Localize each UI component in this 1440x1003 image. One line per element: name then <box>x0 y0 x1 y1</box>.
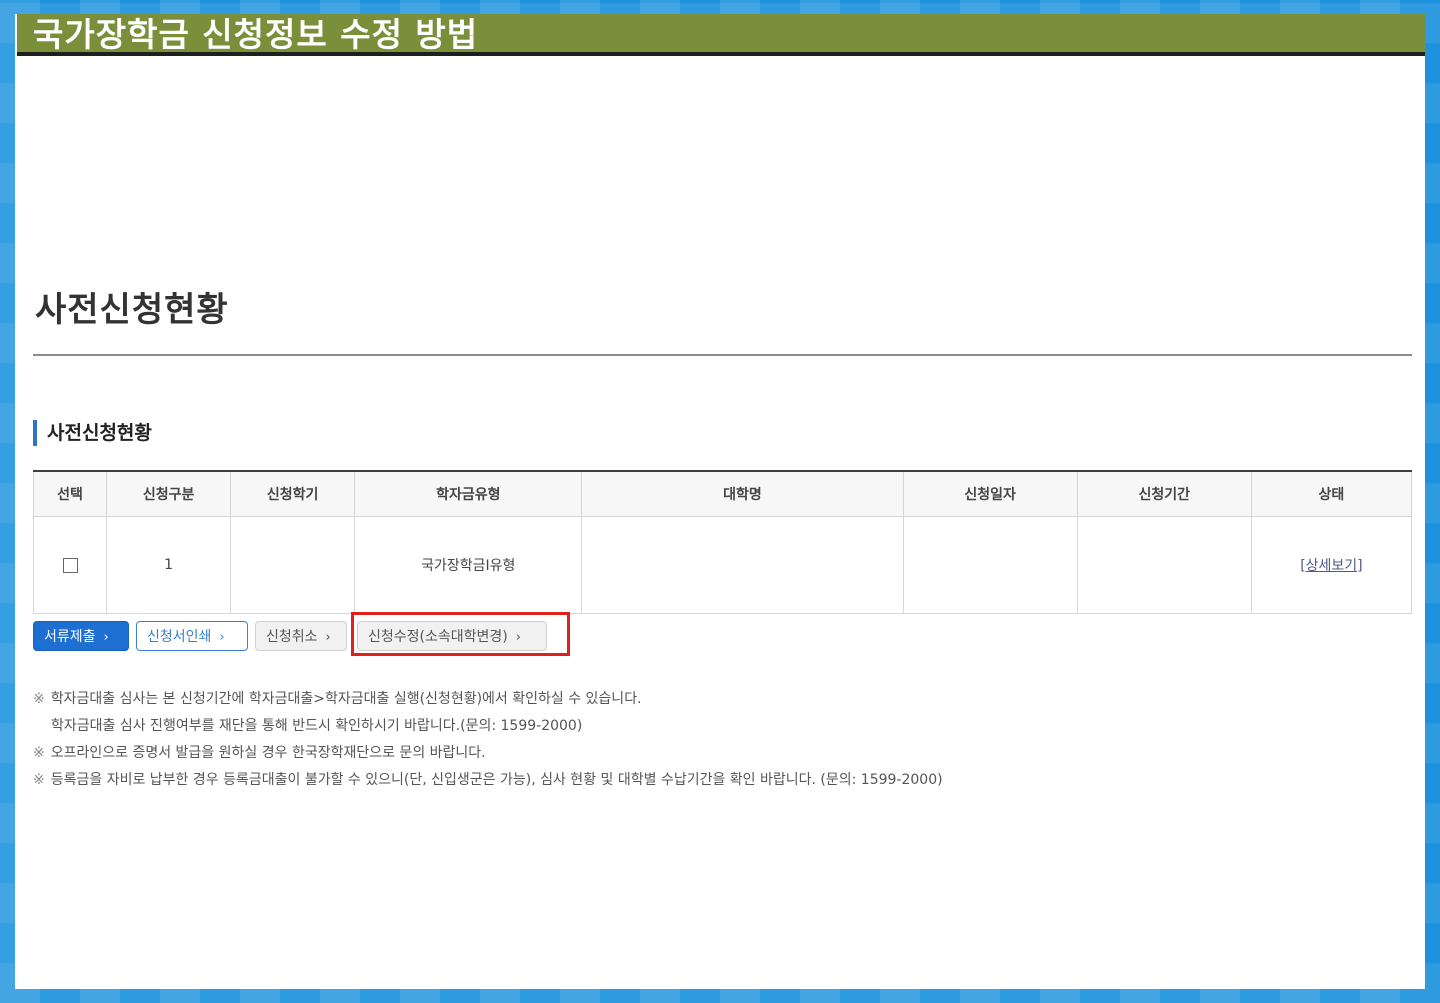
page-content: 국가장학금 신청정보 수정 방법 사전신청현황 사전신청현황 선택 신청구분 신… <box>15 14 1425 989</box>
notice-mark: ※ <box>33 745 45 761</box>
notice-list: ※ 학자금대출 심사는 본 신청기간에 학자금대출>학자금대출 실행(신청현황)에… <box>33 686 943 794</box>
cell-type: 국가장학금I유형 <box>354 516 583 614</box>
header-semester: 신청학기 <box>230 471 356 517</box>
table-header-row: 선택 신청구분 신청학기 학자금유형 대학명 신청일자 신청기간 상태 <box>32 471 1413 517</box>
header-type: 학자금유형 <box>354 471 583 517</box>
chevron-right-icon: › <box>103 630 109 645</box>
notice-text: 학자금대출 심사 진행여부를 재단을 통해 반드시 확인하시기 바랍니다.(문의… <box>51 718 583 734</box>
notice-mark: ※ <box>33 772 45 788</box>
notice-item: ※ 학자금대출 심사는 본 신청기간에 학자금대출>학자금대출 실행(신청현황)에… <box>33 686 943 713</box>
submit-documents-label: 서류제출 <box>44 629 96 645</box>
cancel-application-button[interactable]: 신청취소 › <box>255 621 347 651</box>
chevron-right-icon: › <box>325 630 331 645</box>
notice-text: 학자금대출 심사는 본 신청기간에 학자금대출>학자금대출 실행(신청현황)에서… <box>50 691 642 707</box>
notice-mark: ※ <box>33 691 45 707</box>
heading-divider <box>33 354 1412 356</box>
cell-status: [상세보기] <box>1250 516 1413 614</box>
print-application-label: 신청서인쇄 <box>147 629 212 645</box>
page-heading: 사전신청현황 <box>35 290 229 330</box>
chevron-right-icon: › <box>219 630 225 645</box>
cell-university <box>581 516 904 614</box>
cell-category: 1 <box>106 516 232 614</box>
notice-text: 오프라인으로 증명서 발급을 원하실 경우 한국장학재단으로 문의 바랍니다. <box>50 745 486 761</box>
print-application-button[interactable]: 신청서인쇄 › <box>136 621 248 651</box>
cell-select <box>32 516 108 614</box>
cell-semester <box>230 516 356 614</box>
notice-item: 학자금대출 심사 진행여부를 재단을 통해 반드시 확인하시기 바랍니다.(문의… <box>33 713 943 740</box>
table-row: 1 국가장학금I유형 [상세보기] <box>32 516 1413 614</box>
header-date: 신청일자 <box>902 471 1078 517</box>
detail-view-link[interactable]: [상세보기] <box>1300 558 1362 574</box>
header-university: 대학명 <box>581 471 904 517</box>
header-select: 선택 <box>32 471 108 517</box>
cancel-application-label: 신청취소 <box>266 629 318 645</box>
notice-text: 등록금을 자비로 납부한 경우 등록금대출이 불가할 수 있으니(단, 신입생군… <box>50 772 943 788</box>
notice-item: ※ 등록금을 자비로 납부한 경우 등록금대출이 불가할 수 있으니(단, 신입생… <box>33 767 943 794</box>
header-status: 상태 <box>1250 471 1413 517</box>
highlight-box <box>351 612 570 656</box>
cell-date <box>902 516 1078 614</box>
submit-documents-button[interactable]: 서류제출 › <box>33 621 129 651</box>
header-period: 신청기간 <box>1076 471 1252 517</box>
application-status-table: 선택 신청구분 신청학기 학자금유형 대학명 신청일자 신청기간 상태 1 국가… <box>32 470 1413 614</box>
title-banner: 국가장학금 신청정보 수정 방법 <box>17 14 1425 56</box>
notice-item: ※ 오프라인으로 증명서 발급을 원하실 경우 한국장학재단으로 문의 바랍니다. <box>33 740 943 767</box>
banner-title: 국가장학금 신청정보 수정 방법 <box>33 15 479 54</box>
cell-period <box>1076 516 1252 614</box>
header-category: 신청구분 <box>106 471 232 517</box>
row-checkbox[interactable] <box>62 557 78 573</box>
section-title: 사전신청현황 <box>33 420 152 446</box>
